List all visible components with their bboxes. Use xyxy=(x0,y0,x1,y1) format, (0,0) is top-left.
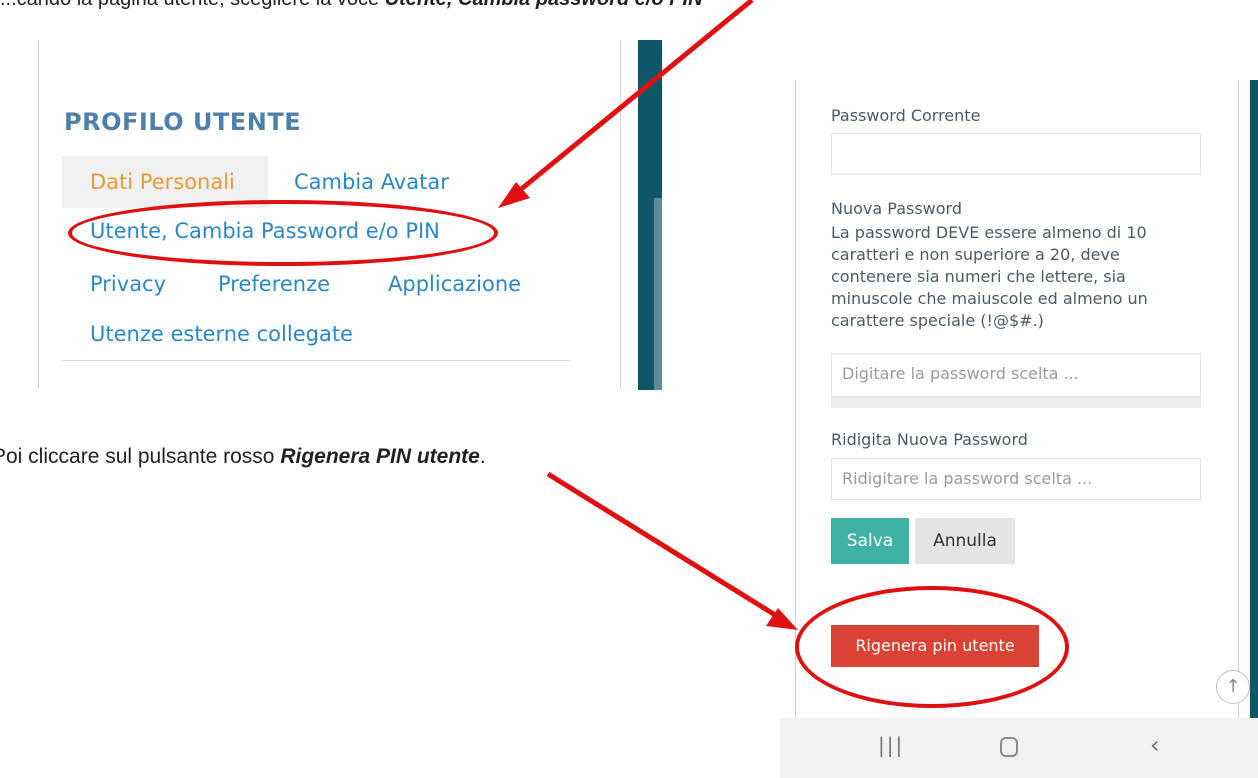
annotation-arrows xyxy=(498,0,798,630)
arrow-to-menu xyxy=(512,0,754,197)
arrow-to-button xyxy=(546,471,782,621)
